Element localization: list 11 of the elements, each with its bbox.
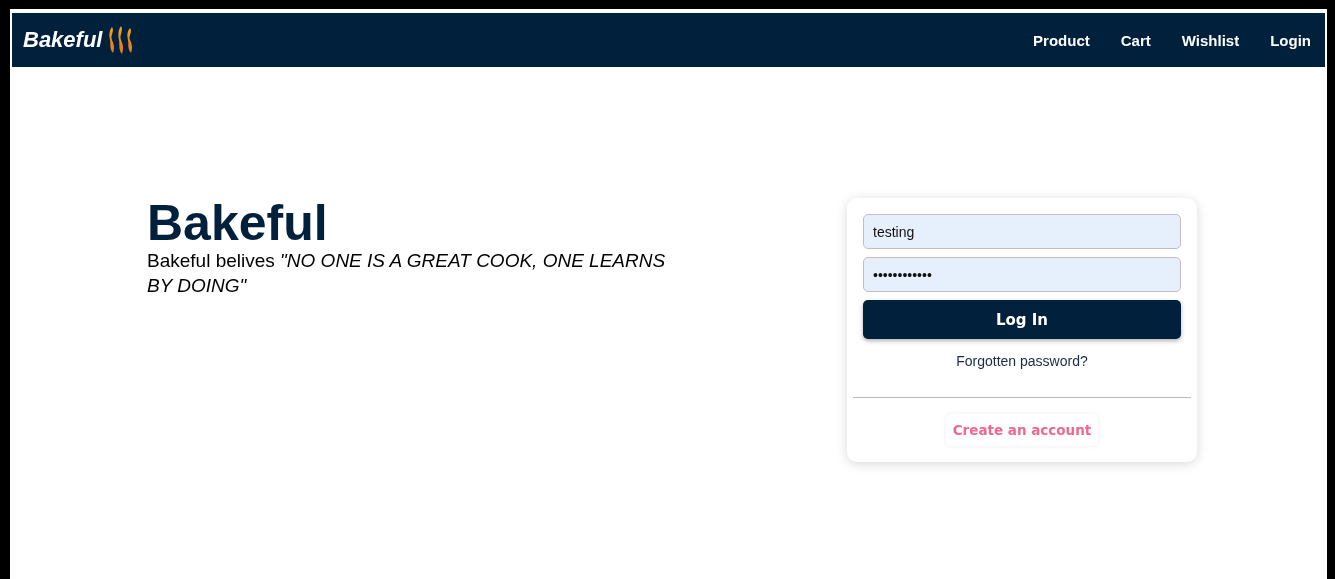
hero-tagline: Bakeful belives "NO ONE IS A GREAT COOK, ONE LEARNS BY DOING" — [147, 249, 667, 298]
brand-logo-text: Bakeful — [23, 27, 103, 53]
nav-link[interactable]: Wishlist — [1181, 31, 1240, 49]
username-field[interactable]: testing — [863, 214, 1181, 249]
hero-title: Bakeful — [147, 198, 329, 248]
forgot-password-link[interactable]: Forgotten password? — [956, 353, 1088, 369]
nav-link[interactable]: Login — [1270, 31, 1311, 49]
nav-link[interactable]: Product — [1033, 31, 1090, 49]
nav-link[interactable]: Cart — [1120, 31, 1151, 49]
login-button[interactable]: Log In — [863, 300, 1181, 339]
password-field[interactable]: •••••••••••• — [863, 257, 1181, 292]
